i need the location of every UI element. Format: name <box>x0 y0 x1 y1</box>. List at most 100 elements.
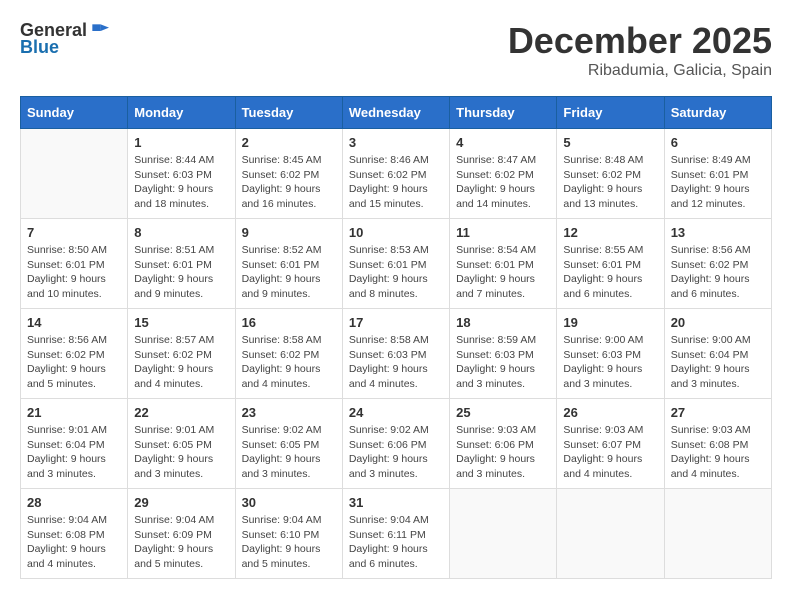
calendar-cell: 1 Sunrise: 8:44 AM Sunset: 6:03 PM Daylig… <box>128 129 235 219</box>
calendar-cell <box>557 489 664 579</box>
day-info: Sunrise: 8:46 AM Sunset: 6:02 PM Dayligh… <box>349 153 443 212</box>
calendar-cell: 11Sunrise: 8:54 AM Sunset: 6:01 PM Dayli… <box>450 219 557 309</box>
calendar-cell: 17 Sunrise: 8:58 AM Sunset: 6:03 PM Dayli… <box>342 309 449 399</box>
day-info: Sunrise: 8:57 AM Sunset: 6:02 PM Dayligh… <box>134 333 228 392</box>
calendar-cell: 12 Sunrise: 8:55 AM Sunset: 6:01 PM Dayli… <box>557 219 664 309</box>
calendar-cell: 31 Sunrise: 9:04 AM Sunset: 6:11 PM Dayli… <box>342 489 449 579</box>
calendar-cell: 25Sunrise: 9:03 AM Sunset: 6:06 PM Dayli… <box>450 399 557 489</box>
day-number: 6 <box>671 135 765 150</box>
week-row-1: 1 Sunrise: 8:44 AM Sunset: 6:03 PM Daylig… <box>21 129 772 219</box>
day-info: Sunrise: 8:44 AM Sunset: 6:03 PM Dayligh… <box>134 153 228 212</box>
day-info: Sunrise: 8:58 AM Sunset: 6:03 PM Dayligh… <box>349 333 443 392</box>
calendar-cell: 18 Sunrise: 8:59 AM Sunset: 6:03 PM Dayli… <box>450 309 557 399</box>
calendar-cell: 28Sunrise: 9:04 AM Sunset: 6:08 PM Dayli… <box>21 489 128 579</box>
weekday-header-tuesday: Tuesday <box>235 97 342 129</box>
day-number: 8 <box>134 225 228 240</box>
day-info: Sunrise: 9:03 AM Sunset: 6:07 PM Dayligh… <box>563 423 657 482</box>
calendar-cell <box>664 489 771 579</box>
day-info: Sunrise: 8:58 AM Sunset: 6:02 PM Dayligh… <box>242 333 336 392</box>
day-info: Sunrise: 8:47 AM Sunset: 6:02 PM Dayligh… <box>456 153 550 212</box>
weekday-header-wednesday: Wednesday <box>342 97 449 129</box>
day-info: Sunrise: 8:56 AM Sunset: 6:02 PM Dayligh… <box>671 243 765 302</box>
calendar-cell: 9 Sunrise: 8:52 AM Sunset: 6:01 PM Daylig… <box>235 219 342 309</box>
day-number: 30 <box>242 495 336 510</box>
day-number: 5 <box>563 135 657 150</box>
calendar-cell: 30 Sunrise: 9:04 AM Sunset: 6:10 PM Dayli… <box>235 489 342 579</box>
day-info: Sunrise: 9:04 AM Sunset: 6:11 PM Dayligh… <box>349 513 443 572</box>
logo-blue: Blue <box>20 37 59 58</box>
day-info: Sunrise: 9:00 AM Sunset: 6:03 PM Dayligh… <box>563 333 657 392</box>
calendar-cell: 10 Sunrise: 8:53 AM Sunset: 6:01 PM Dayli… <box>342 219 449 309</box>
weekday-header-saturday: Saturday <box>664 97 771 129</box>
calendar-table: SundayMondayTuesdayWednesdayThursdayFrid… <box>20 96 772 579</box>
day-number: 17 <box>349 315 443 330</box>
day-number: 2 <box>242 135 336 150</box>
title-area: December 2025 Ribadumia, Galicia, Spain <box>508 20 772 80</box>
calendar-cell: 27Sunrise: 9:03 AM Sunset: 6:08 PM Dayli… <box>664 399 771 489</box>
day-info: Sunrise: 9:04 AM Sunset: 6:10 PM Dayligh… <box>242 513 336 572</box>
week-row-4: 21 Sunrise: 9:01 AM Sunset: 6:04 PM Dayli… <box>21 399 772 489</box>
weekday-header-monday: Monday <box>128 97 235 129</box>
calendar-cell: 24 Sunrise: 9:02 AM Sunset: 6:06 PM Dayli… <box>342 399 449 489</box>
calendar-cell: 15Sunrise: 8:57 AM Sunset: 6:02 PM Dayli… <box>128 309 235 399</box>
day-number: 26 <box>563 405 657 420</box>
calendar-header-row: SundayMondayTuesdayWednesdayThursdayFrid… <box>21 97 772 129</box>
calendar-cell: 5 Sunrise: 8:48 AM Sunset: 6:02 PM Daylig… <box>557 129 664 219</box>
day-info: Sunrise: 9:00 AM Sunset: 6:04 PM Dayligh… <box>671 333 765 392</box>
calendar-cell <box>450 489 557 579</box>
calendar-cell: 22 Sunrise: 9:01 AM Sunset: 6:05 PM Dayli… <box>128 399 235 489</box>
day-info: Sunrise: 8:55 AM Sunset: 6:01 PM Dayligh… <box>563 243 657 302</box>
day-number: 31 <box>349 495 443 510</box>
weekday-header-sunday: Sunday <box>21 97 128 129</box>
day-number: 10 <box>349 225 443 240</box>
calendar-cell: 14 Sunrise: 8:56 AM Sunset: 6:02 PM Dayli… <box>21 309 128 399</box>
day-info: Sunrise: 8:49 AM Sunset: 6:01 PM Dayligh… <box>671 153 765 212</box>
day-info: Sunrise: 9:04 AM Sunset: 6:09 PM Dayligh… <box>134 513 228 572</box>
day-info: Sunrise: 9:01 AM Sunset: 6:05 PM Dayligh… <box>134 423 228 482</box>
day-number: 9 <box>242 225 336 240</box>
day-number: 18 <box>456 315 550 330</box>
calendar-cell: 20 Sunrise: 9:00 AM Sunset: 6:04 PM Dayli… <box>664 309 771 399</box>
day-info: Sunrise: 9:04 AM Sunset: 6:08 PM Dayligh… <box>27 513 121 572</box>
day-info: Sunrise: 8:54 AM Sunset: 6:01 PM Dayligh… <box>456 243 550 302</box>
day-number: 12 <box>563 225 657 240</box>
calendar-cell: 6 Sunrise: 8:49 AM Sunset: 6:01 PM Daylig… <box>664 129 771 219</box>
calendar-cell: 19 Sunrise: 9:00 AM Sunset: 6:03 PM Dayli… <box>557 309 664 399</box>
day-info: Sunrise: 8:52 AM Sunset: 6:01 PM Dayligh… <box>242 243 336 302</box>
weekday-header-thursday: Thursday <box>450 97 557 129</box>
day-info: Sunrise: 9:01 AM Sunset: 6:04 PM Dayligh… <box>27 423 121 482</box>
calendar-cell: 7Sunrise: 8:50 AM Sunset: 6:01 PM Daylig… <box>21 219 128 309</box>
day-number: 20 <box>671 315 765 330</box>
day-info: Sunrise: 8:56 AM Sunset: 6:02 PM Dayligh… <box>27 333 121 392</box>
calendar-cell: 26 Sunrise: 9:03 AM Sunset: 6:07 PM Dayli… <box>557 399 664 489</box>
day-info: Sunrise: 8:45 AM Sunset: 6:02 PM Dayligh… <box>242 153 336 212</box>
week-row-2: 7Sunrise: 8:50 AM Sunset: 6:01 PM Daylig… <box>21 219 772 309</box>
day-info: Sunrise: 8:51 AM Sunset: 6:01 PM Dayligh… <box>134 243 228 302</box>
week-row-5: 28Sunrise: 9:04 AM Sunset: 6:08 PM Dayli… <box>21 489 772 579</box>
day-number: 16 <box>242 315 336 330</box>
calendar-cell: 21 Sunrise: 9:01 AM Sunset: 6:04 PM Dayli… <box>21 399 128 489</box>
calendar-cell: 8 Sunrise: 8:51 AM Sunset: 6:01 PM Daylig… <box>128 219 235 309</box>
day-number: 24 <box>349 405 443 420</box>
day-info: Sunrise: 9:03 AM Sunset: 6:08 PM Dayligh… <box>671 423 765 482</box>
day-info: Sunrise: 8:53 AM Sunset: 6:01 PM Dayligh… <box>349 243 443 302</box>
calendar-cell: 29Sunrise: 9:04 AM Sunset: 6:09 PM Dayli… <box>128 489 235 579</box>
day-number: 13 <box>671 225 765 240</box>
calendar-cell: 2 Sunrise: 8:45 AM Sunset: 6:02 PM Daylig… <box>235 129 342 219</box>
page-header: General Blue December 2025 Ribadumia, Ga… <box>20 20 772 80</box>
day-number: 19 <box>563 315 657 330</box>
day-number: 21 <box>27 405 121 420</box>
day-number: 1 <box>134 135 228 150</box>
day-number: 14 <box>27 315 121 330</box>
day-number: 22 <box>134 405 228 420</box>
calendar-cell: 4Sunrise: 8:47 AM Sunset: 6:02 PM Daylig… <box>450 129 557 219</box>
day-info: Sunrise: 8:59 AM Sunset: 6:03 PM Dayligh… <box>456 333 550 392</box>
day-info: Sunrise: 9:02 AM Sunset: 6:06 PM Dayligh… <box>349 423 443 482</box>
logo: General Blue <box>20 20 109 58</box>
day-number: 23 <box>242 405 336 420</box>
calendar-cell: 23Sunrise: 9:02 AM Sunset: 6:05 PM Dayli… <box>235 399 342 489</box>
week-row-3: 14 Sunrise: 8:56 AM Sunset: 6:02 PM Dayli… <box>21 309 772 399</box>
calendar-cell: 16 Sunrise: 8:58 AM Sunset: 6:02 PM Dayli… <box>235 309 342 399</box>
location-subtitle: Ribadumia, Galicia, Spain <box>508 62 772 80</box>
day-info: Sunrise: 8:48 AM Sunset: 6:02 PM Dayligh… <box>563 153 657 212</box>
